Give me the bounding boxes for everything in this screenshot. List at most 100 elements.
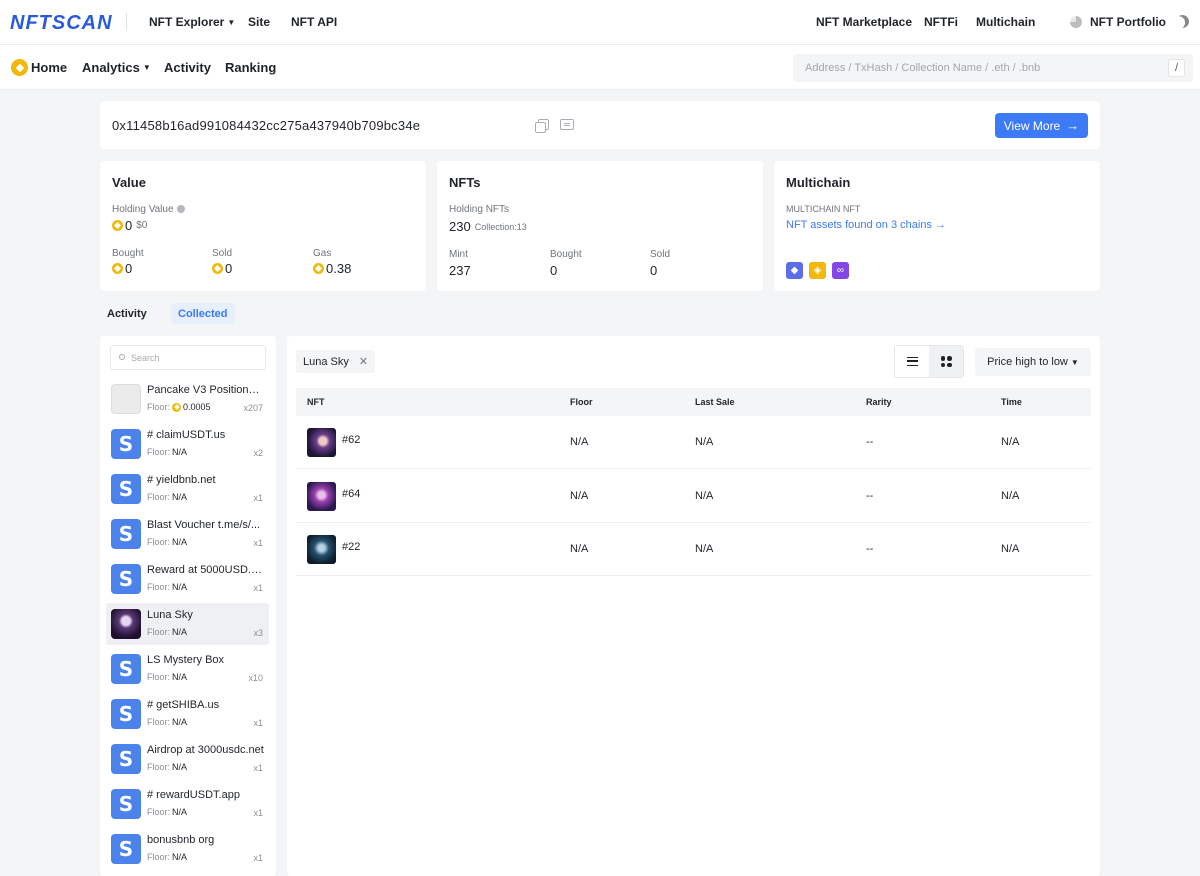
nftscan-logo[interactable]: NFTSCAN [10,12,113,34]
tab-collected[interactable]: Collected [171,303,235,324]
copy-icon[interactable] [535,119,549,133]
collection-floor: Floor: N/A [147,582,188,592]
collection-thumbnail: S [111,519,141,549]
nav-nft-marketplace[interactable]: NFT Marketplace [816,15,912,29]
search-icon [119,354,125,360]
nft-thumbnail[interactable] [307,428,336,457]
collection-floor: Floor: N/A [147,717,188,727]
column-header: Time [1001,397,1022,407]
collection-floor: Floor: N/A [147,447,188,457]
sort-dropdown[interactable]: Price high to low ▼ [975,348,1091,376]
sold-value: 0 [212,261,232,276]
sold-value: 0 [650,263,658,278]
collection-item[interactable]: S # claimUSDT.us Floor: N/A x2 [106,423,269,465]
nav-activity[interactable]: Activity [164,60,211,75]
nft-time: N/A [1001,490,1020,502]
polygon-icon[interactable]: ∞ [832,262,849,279]
nav-home[interactable]: Home [31,60,67,75]
chevron-down-icon: ▼ [1070,357,1079,367]
holding-nfts-label: Holding NFTs [449,204,510,215]
info-icon[interactable] [176,205,185,214]
nav-multichain[interactable]: Multichain [976,15,1035,29]
collection-count: x2 [253,448,263,458]
collection-item[interactable]: S LS Mystery Box Floor: N/A x10 [106,648,269,690]
chevron-down-icon: ▼ [142,63,151,72]
collection-search-input[interactable] [111,346,241,369]
collection-item[interactable]: S bonusbnb org Floor: N/A x1 [106,828,269,870]
collection-search [110,345,266,370]
nav-ranking[interactable]: Ranking [225,60,276,75]
collection-thumbnail: S [111,654,141,684]
close-icon[interactable]: ✕ [359,355,368,368]
holding-value-label: Holding Value [112,204,185,215]
nav-site[interactable]: Site [248,15,270,29]
collection-count: x1 [253,718,263,728]
collection-thumbnail: S [111,429,141,459]
bnb-coin-icon [212,263,223,274]
collection-name: Airdrop at 3000usdc.net [147,744,264,756]
collection-item[interactable]: S Airdrop at 3000usdc.net Floor: N/A x1 [106,738,269,780]
nav-nftfi[interactable]: NFTFi [924,15,958,29]
collection-thumbnail: S [111,564,141,594]
ethereum-icon[interactable]: ◆ [786,262,803,279]
collection-name: Luna Sky [147,609,193,621]
collection-item-selected[interactable]: Luna Sky Floor: N/A x3 [106,603,269,645]
collection-count: x1 [253,763,263,773]
nft-thumbnail[interactable] [307,535,336,564]
collection-floor: Floor: N/A [147,672,188,682]
collection-name: # rewardUSDT.app [147,789,240,801]
nav-nft-api[interactable]: NFT API [291,15,337,29]
collection-count: x1 [253,808,263,818]
wallet-address: 0x11458b16ad991084432cc275a437940b709bc3… [112,118,421,133]
collection-item[interactable]: Pancake V3 Positions NFT-V1 Floor:0.0005… [106,378,269,420]
collection-item[interactable]: S # rewardUSDT.app Floor: N/A x1 [106,783,269,825]
collection-count: x10 [248,673,263,683]
collection-name: # claimUSDT.us [147,429,226,441]
collection-thumbnail [111,384,141,414]
nav-analytics[interactable]: Analytics ▼ [82,60,151,75]
column-header: NFT [307,397,325,407]
table-row[interactable]: #22 N/A N/A -- N/A [296,523,1091,576]
message-icon[interactable] [560,119,574,130]
collection-item[interactable]: S Reward at 5000USD.net Floor: N/A x1 [106,558,269,600]
nft-id[interactable]: #22 [342,541,360,553]
table-header: NFT Floor Last Sale Rarity Time [296,388,1091,416]
tab-activity[interactable]: Activity [100,303,154,324]
collection-thumbnail: S [111,474,141,504]
moon-icon[interactable] [1174,13,1192,31]
collection-floor: Floor: N/A [147,852,188,862]
table-row[interactable]: #62 N/A N/A -- N/A [296,416,1091,469]
column-header: Rarity [866,397,892,407]
global-search-input[interactable] [793,54,1153,82]
collection-name: Reward at 5000USD.net [147,564,265,576]
value-card: Value Holding Value 0 $0 Bought 0 Sold 0 … [100,161,426,291]
mint-label: Mint [449,249,468,260]
bnb-coin-icon [313,263,324,274]
filter-chip: Luna Sky ✕ [296,350,376,373]
view-toggle [894,345,964,378]
grid-view-button[interactable] [929,346,963,377]
card-title: Value [112,175,146,190]
view-more-button[interactable]: View More → [995,113,1088,138]
gas-value: 0.38 [313,261,351,276]
multichain-assets-link[interactable]: NFT assets found on 3 chains → [786,219,946,231]
collection-item[interactable]: S Blast Voucher t.me/s/... Floor: N/A x1 [106,513,269,555]
global-search: / [793,54,1193,82]
collection-floor: Floor: N/A [147,492,188,502]
table-row[interactable]: #64 N/A N/A -- N/A [296,470,1091,523]
divider [126,13,127,31]
nav-nft-explorer[interactable]: NFT Explorer ▼ [149,15,235,29]
nav-nft-portfolio[interactable]: NFT Portfolio [1070,15,1166,29]
bnb-chain-icon[interactable] [11,59,28,76]
nft-thumbnail[interactable] [307,482,336,511]
nft-id[interactable]: #62 [342,434,360,446]
sold-label: Sold [650,249,671,260]
collection-item[interactable]: S # getSHIBA.us Floor: N/A x1 [106,693,269,735]
collection-item[interactable]: S # yieldbnb.net Floor: N/A x1 [106,468,269,510]
bnb-icon[interactable]: ◈ [809,262,826,279]
bnb-coin-icon [112,263,123,274]
nft-id[interactable]: #64 [342,488,360,500]
collection-name: # getSHIBA.us [147,699,220,711]
nft-time: N/A [1001,436,1020,448]
list-view-button[interactable] [895,346,929,377]
